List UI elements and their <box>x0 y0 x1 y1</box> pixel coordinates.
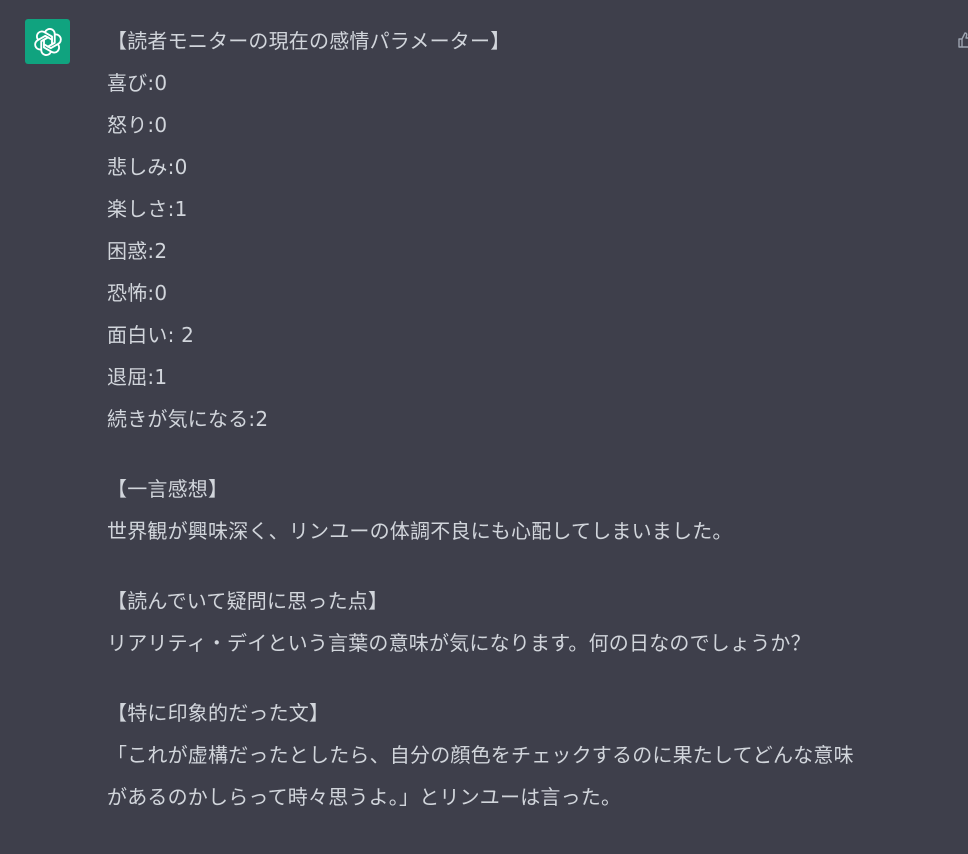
parameter-separator: : <box>167 155 175 179</box>
parameter-value: 2 <box>255 407 269 431</box>
parameter-label: 怒り <box>107 113 148 137</box>
parameter-row: 困惑:2 <box>107 230 957 272</box>
parameter-row: 喜び:0 <box>107 62 957 104</box>
parameter-row: 楽しさ:1 <box>107 188 957 230</box>
parameter-row: 怒り:0 <box>107 104 957 146</box>
parameter-label: 楽しさ <box>107 197 168 221</box>
parameter-value: 1 <box>174 197 188 221</box>
parameter-separator: : <box>167 323 182 347</box>
parameter-label: 困惑 <box>107 239 148 263</box>
parameter-value: 2 <box>154 239 168 263</box>
parameter-value: 0 <box>154 71 168 95</box>
parameter-row: 悲しみ:0 <box>107 146 957 188</box>
parameter-value: 2 <box>181 323 195 347</box>
parameter-value: 0 <box>154 281 168 305</box>
parameter-label: 喜び <box>107 71 148 95</box>
parameter-label: 続きが気になる <box>107 407 249 431</box>
parameter-label: 悲しみ <box>107 155 168 179</box>
parameter-row: 面白い: 2 <box>107 314 957 356</box>
parameter-separator: : <box>167 197 175 221</box>
parameter-label: 面白い <box>107 323 168 347</box>
section-text-line: があるのかしらって時々思うよ。」とリンユーは言った。 <box>107 785 622 809</box>
section-text-line: リアリティ・デイという言葉の意味が気になります。何の日なのでしょうか？ <box>107 631 811 655</box>
parameter-row: 続きが気になる:2 <box>107 398 957 440</box>
thumbs-up-icon[interactable] <box>958 31 968 49</box>
assistant-avatar <box>25 19 70 64</box>
section-text-line: 「これが虚構だったとしたら、自分の顔色をチェックするのに果たしてどんな意味 <box>107 743 854 767</box>
parameters-heading: 【読者モニターの現在の感情パラメーター】 <box>107 29 511 53</box>
parameter-label: 退屈 <box>107 365 148 389</box>
parameter-value: 1 <box>154 365 168 389</box>
section-text-line: 世界観が興味深く、リンユーの体調不良にも心配してしまいました。 <box>107 519 733 543</box>
parameter-value: 0 <box>154 113 168 137</box>
openai-logo-icon <box>33 27 62 56</box>
parameter-row: 恐怖:0 <box>107 272 957 314</box>
parameter-label: 恐怖 <box>107 281 148 305</box>
parameter-value: 0 <box>174 155 188 179</box>
section-title: 【一言感想】 <box>107 477 229 501</box>
assistant-message: 【読者モニターの現在の感情パラメーター】 喜び:0 怒り:0 悲しみ:0 楽しさ:1 困… <box>107 20 957 818</box>
parameter-list: 喜び:0 怒り:0 悲しみ:0 楽しさ:1 困惑:2 恐怖:0 面白い: 2 退屈:1 続きが気… <box>107 62 957 440</box>
parameter-row: 退屈:1 <box>107 356 957 398</box>
section-title: 【特に印象的だった文】 <box>107 701 330 725</box>
message-sections: 【一言感想】世界観が興味深く、リンユーの体調不良にも心配してしまいました。 【読ん… <box>107 440 957 818</box>
section-title: 【読んでいて疑問に思った点】 <box>107 589 389 613</box>
